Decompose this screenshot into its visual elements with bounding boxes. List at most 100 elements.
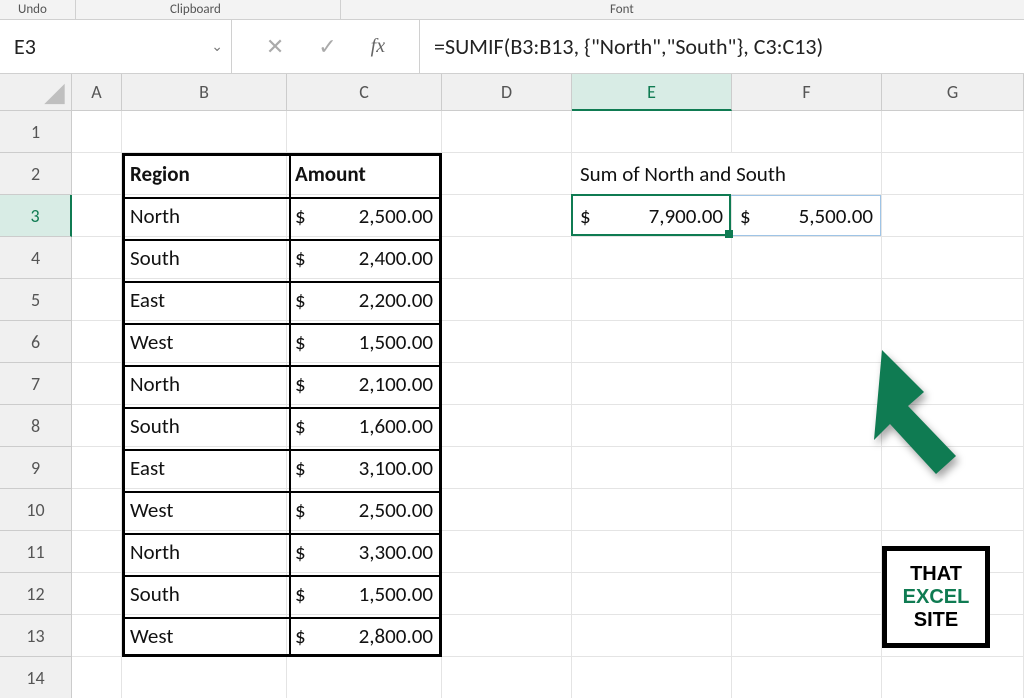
table-row[interactable]: $1,600.00 [287,405,442,447]
cell-F4[interactable] [732,237,882,279]
table-row[interactable]: $2,200.00 [287,279,442,321]
cell-F9[interactable] [732,447,882,489]
cell-D11[interactable] [442,531,572,573]
row-header-13[interactable]: 13 [0,615,72,657]
column-header-C[interactable]: C [287,74,442,111]
enter-icon[interactable]: ✓ [318,33,336,60]
table-row[interactable]: South [122,573,287,615]
summary-label[interactable]: Sum of North and South [572,153,882,195]
cell-A9[interactable] [72,447,122,489]
cell-E13[interactable] [572,615,732,657]
cell-A11[interactable] [72,531,122,573]
table-row[interactable]: South [122,237,287,279]
cell-B14[interactable] [122,657,287,698]
cell-F8[interactable] [732,405,882,447]
cell-D10[interactable] [442,489,572,531]
name-box[interactable]: E3 ⌄ [0,20,232,73]
cell-D3[interactable] [442,195,572,237]
cell-A12[interactable] [72,573,122,615]
column-header-A[interactable]: A [72,74,122,111]
cell-E14[interactable] [572,657,732,698]
cell-F13[interactable] [732,615,882,657]
cell-B2-header-region[interactable]: Region [122,153,287,195]
row-header-6[interactable]: 6 [0,321,72,363]
column-header-D[interactable]: D [442,74,572,111]
cell-D9[interactable] [442,447,572,489]
row-header-10[interactable]: 10 [0,489,72,531]
table-row[interactable]: North [122,363,287,405]
cell-E9[interactable] [572,447,732,489]
table-row[interactable]: East [122,279,287,321]
cancel-icon[interactable]: ✕ [266,33,284,60]
cell-G1[interactable] [882,111,1024,153]
cell-G2[interactable] [882,153,1024,195]
cell-F12[interactable] [732,573,882,615]
table-row[interactable]: South [122,405,287,447]
cell-A4[interactable] [72,237,122,279]
spreadsheet-grid[interactable]: ABCDEFG 1234567891011121314 RegionAmount… [0,74,1024,698]
formula-input[interactable]: =SUMIF(B3:B13, {"North","South"}, C3:C13… [420,20,1024,73]
column-header-F[interactable]: F [732,74,882,111]
row-header-7[interactable]: 7 [0,363,72,405]
cell-E8[interactable] [572,405,732,447]
cell-E12[interactable] [572,573,732,615]
column-header-B[interactable]: B [122,74,287,111]
row-header-14[interactable]: 14 [0,657,72,698]
chevron-down-icon[interactable]: ⌄ [211,38,223,55]
table-row[interactable]: $1,500.00 [287,321,442,363]
cell-E3-result[interactable]: $7,900.00 [572,195,732,237]
column-header-E[interactable]: E [572,74,732,111]
cell-D7[interactable] [442,363,572,405]
cell-D14[interactable] [442,657,572,698]
cell-D6[interactable] [442,321,572,363]
table-row[interactable]: West [122,321,287,363]
table-row[interactable]: $3,300.00 [287,531,442,573]
table-row[interactable]: West [122,615,287,657]
cell-D4[interactable] [442,237,572,279]
cell-E6[interactable] [572,321,732,363]
cell-E1[interactable] [572,111,732,153]
cell-D1[interactable] [442,111,572,153]
cell-G3[interactable] [882,195,1024,237]
cell-G5[interactable] [882,279,1024,321]
table-row[interactable]: $1,500.00 [287,573,442,615]
cell-A13[interactable] [72,615,122,657]
fx-icon[interactable]: fx [371,35,385,58]
table-row[interactable]: North [122,195,287,237]
table-row[interactable]: $3,100.00 [287,447,442,489]
row-header-11[interactable]: 11 [0,531,72,573]
row-header-5[interactable]: 5 [0,279,72,321]
table-row[interactable]: $2,100.00 [287,363,442,405]
cell-C1[interactable] [287,111,442,153]
cell-A8[interactable] [72,405,122,447]
cell-G4[interactable] [882,237,1024,279]
cell-A2[interactable] [72,153,122,195]
row-header-3[interactable]: 3 [0,195,72,237]
column-header-G[interactable]: G [882,74,1024,111]
table-row[interactable]: $2,500.00 [287,489,442,531]
cell-E10[interactable] [572,489,732,531]
table-row[interactable]: West [122,489,287,531]
cell-F6[interactable] [732,321,882,363]
cell-A7[interactable] [72,363,122,405]
select-all-corner[interactable] [0,74,72,111]
cell-D5[interactable] [442,279,572,321]
cell-F3-result[interactable]: $5,500.00 [732,195,882,237]
cell-F10[interactable] [732,489,882,531]
cell-G10[interactable] [882,489,1024,531]
cell-E11[interactable] [572,531,732,573]
cell-D12[interactable] [442,573,572,615]
cell-E5[interactable] [572,279,732,321]
cell-F5[interactable] [732,279,882,321]
cell-D2[interactable] [442,153,572,195]
cell-C2-header-amount[interactable]: Amount [287,153,442,195]
table-row[interactable]: $2,800.00 [287,615,442,657]
cell-A1[interactable] [72,111,122,153]
cell-A3[interactable] [72,195,122,237]
row-header-9[interactable]: 9 [0,447,72,489]
cell-A6[interactable] [72,321,122,363]
table-row[interactable]: $2,500.00 [287,195,442,237]
cell-A10[interactable] [72,489,122,531]
cell-D13[interactable] [442,615,572,657]
row-header-1[interactable]: 1 [0,111,72,153]
